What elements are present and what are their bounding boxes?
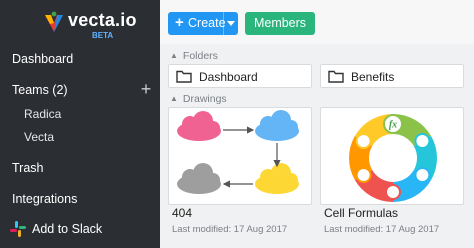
sidebar: vecta.io BETA Dashboard Teams (2) + Radi…	[0, 0, 160, 248]
folders-section-title: Folders	[182, 50, 218, 62]
ring-node	[355, 167, 372, 183]
ring-node	[385, 184, 401, 200]
drawing-modified-date: Last modified: 17 Aug 2017	[324, 224, 440, 235]
sidebar-item-trash[interactable]: Trash	[12, 161, 44, 175]
drawing-modified-date: Last modified: 17 Aug 2017	[172, 224, 288, 235]
plus-icon: +	[175, 14, 184, 31]
create-divider	[223, 12, 224, 35]
members-button[interactable]: Members	[245, 12, 315, 35]
folder-dashboard[interactable]: Dashboard	[168, 64, 312, 88]
add-team-button[interactable]: +	[138, 80, 154, 98]
drawing-title[interactable]: Cell Formulas	[324, 206, 398, 220]
gray-cloud-shape	[177, 163, 221, 194]
drawing-thumbnail-404	[177, 110, 299, 194]
sidebar-item-team-vecta[interactable]: Vecta	[24, 130, 54, 144]
chevron-up-icon: ▲	[170, 51, 178, 60]
ring-node	[414, 133, 431, 149]
vecta-logo-icon	[45, 11, 63, 32]
blue-cloud-shape	[255, 110, 299, 141]
pink-cloud-shape	[177, 111, 221, 141]
folder-label: Dashboard	[199, 70, 258, 84]
create-label: Create	[188, 16, 226, 30]
drawings-section-header[interactable]: ▲ Drawings	[170, 93, 227, 105]
chevron-up-icon: ▲	[170, 94, 178, 103]
main-content: + Create Members ▲ Folders Dashboard Bene…	[160, 0, 474, 248]
ring-node	[414, 167, 431, 183]
sidebar-item-integrations[interactable]: Integrations	[12, 192, 77, 206]
folder-benefits[interactable]: Benefits	[320, 64, 464, 88]
chevron-down-icon[interactable]	[227, 21, 235, 26]
create-button[interactable]: + Create	[168, 12, 238, 35]
slack-icon	[10, 221, 26, 237]
folder-icon	[176, 70, 192, 83]
fx-label: fx	[389, 120, 397, 131]
sidebar-item-team-radica[interactable]: Radica	[24, 107, 61, 121]
sidebar-item-teams[interactable]: Teams (2)	[12, 83, 68, 97]
toolbar: + Create Members	[160, 0, 474, 44]
drawing-title[interactable]: 404	[172, 206, 192, 220]
drawings-section-title: Drawings	[182, 93, 227, 105]
drawing-card-404[interactable]	[168, 107, 312, 205]
beta-badge: BETA	[92, 31, 114, 40]
app-name: vecta.io	[68, 10, 137, 30]
ring-node	[355, 133, 372, 149]
folder-icon	[328, 70, 344, 83]
drawing-thumbnail-cell-formulas: fx	[349, 114, 437, 202]
drawing-card-cell-formulas[interactable]: fx	[320, 107, 464, 205]
folder-label: Benefits	[351, 70, 395, 84]
folders-section-header[interactable]: ▲ Folders	[170, 50, 218, 62]
yellow-cloud-shape	[255, 163, 299, 194]
add-to-slack-label: Add to Slack	[32, 222, 103, 236]
sidebar-item-dashboard[interactable]: Dashboard	[12, 52, 73, 66]
